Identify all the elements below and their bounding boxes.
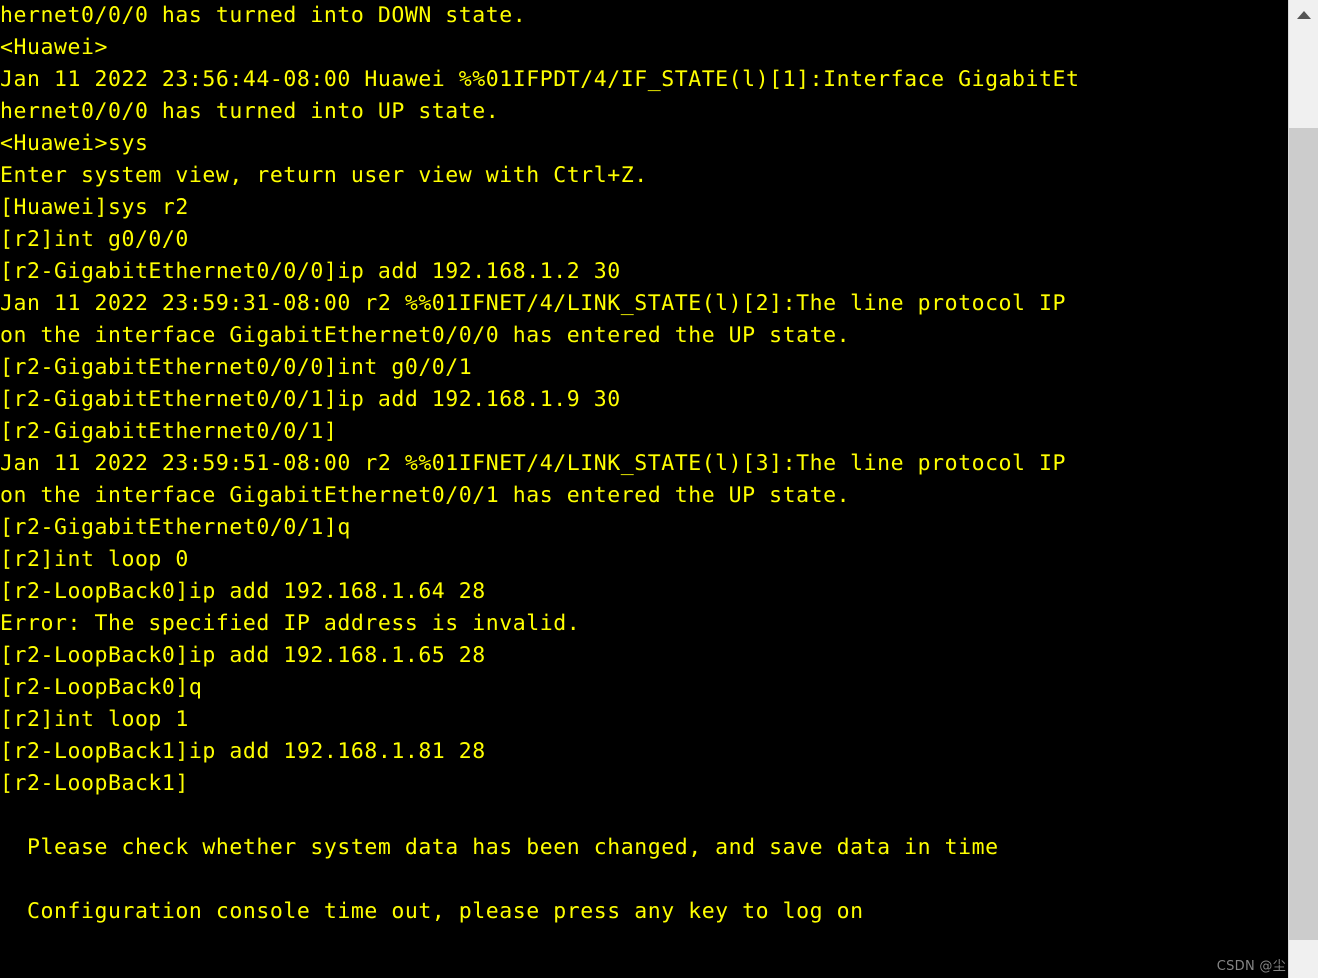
terminal-line: on the interface GigabitEthernet0/0/1 ha… <box>0 483 851 508</box>
terminal-line: [r2-GigabitEthernet0/0/1]ip add 192.168.… <box>0 387 621 412</box>
scrollbar-thumb[interactable] <box>1289 128 1318 940</box>
terminal-line: [r2-LoopBack0]ip add 192.168.1.64 28 <box>0 579 486 604</box>
terminal-line: [r2-GigabitEthernet0/0/1]q <box>0 515 351 540</box>
terminal-line: <Huawei>sys <box>0 131 149 156</box>
terminal-line: [r2-LoopBack1]ip add 192.168.1.81 28 <box>0 739 486 764</box>
terminal-line: [r2-LoopBack0]ip add 192.168.1.65 28 <box>0 643 486 668</box>
terminal-line: Please check whether system data has bee… <box>0 835 999 860</box>
terminal-line: [r2-GigabitEthernet0/0/0]ip add 192.168.… <box>0 259 621 284</box>
scrollbar-track[interactable] <box>1289 940 1318 978</box>
terminal-line: on the interface GigabitEthernet0/0/0 ha… <box>0 323 851 348</box>
terminal-line: Jan 11 2022 23:59:31-08:00 r2 %%01IFNET/… <box>0 291 1067 316</box>
terminal-line: [r2-GigabitEthernet0/0/0]int g0/0/1 <box>0 355 473 380</box>
terminal-line: Jan 11 2022 23:56:44-08:00 Huawei %%01IF… <box>0 67 1080 92</box>
terminal-line: [r2-LoopBack0]q <box>0 675 203 700</box>
terminal-line: [r2]int loop 1 <box>0 707 189 732</box>
scroll-up-button[interactable] <box>1289 0 1318 29</box>
terminal-line-list: hernet0/0/0 has turned into DOWN state. <… <box>0 0 1288 928</box>
terminal-line: [r2-LoopBack1] <box>0 771 189 796</box>
terminal-line: Error: The specified IP address is inval… <box>0 611 581 636</box>
terminal-line: Enter system view, return user view with… <box>0 163 648 188</box>
terminal-line: Configuration console time out, please p… <box>0 899 864 924</box>
terminal-line: [r2]int loop 0 <box>0 547 189 572</box>
console-window: hernet0/0/0 has turned into DOWN state. <… <box>0 0 1318 978</box>
vertical-scrollbar[interactable] <box>1288 0 1318 978</box>
terminal-output-pane[interactable]: hernet0/0/0 has turned into DOWN state. <… <box>0 0 1288 978</box>
terminal-line: Jan 11 2022 23:59:51-08:00 r2 %%01IFNET/… <box>0 451 1067 476</box>
chevron-up-icon <box>1296 10 1311 19</box>
terminal-line: hernet0/0/0 has turned into UP state. <box>0 99 500 124</box>
terminal-line: [Huawei]sys r2 <box>0 195 189 220</box>
terminal-line: [r2-GigabitEthernet0/0/1] <box>0 419 338 444</box>
terminal-line: [r2]int g0/0/0 <box>0 227 189 252</box>
terminal-line: <Huawei> <box>0 35 108 60</box>
terminal-line: hernet0/0/0 has turned into DOWN state. <box>0 3 527 28</box>
